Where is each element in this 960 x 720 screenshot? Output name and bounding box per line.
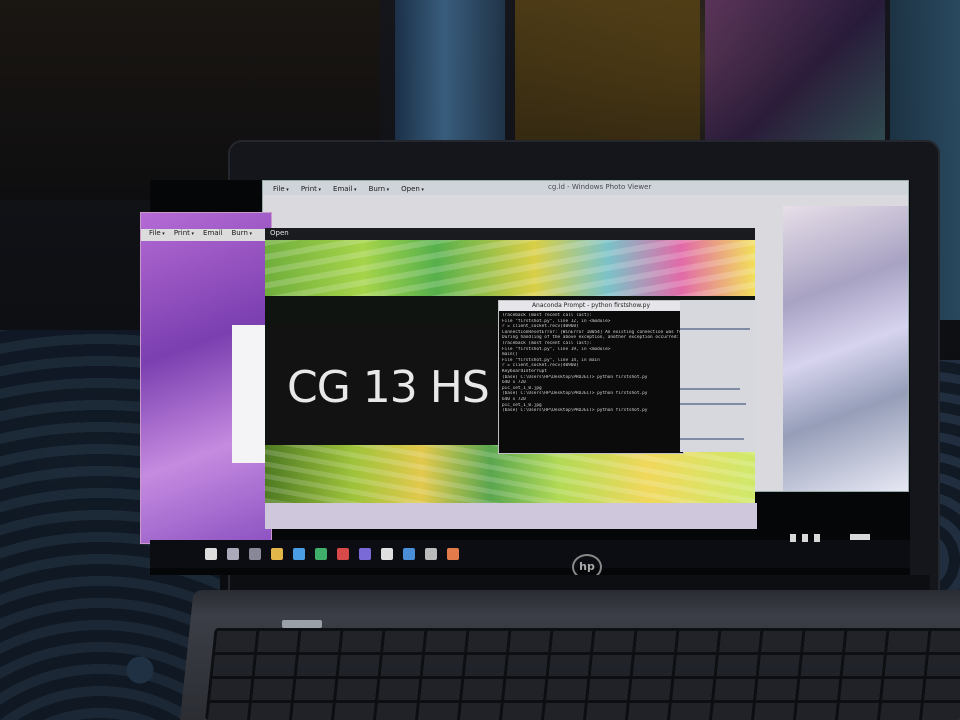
media-icon[interactable] bbox=[447, 548, 459, 560]
menu-burn[interactable]: Burn bbox=[369, 185, 390, 197]
store-icon[interactable] bbox=[337, 548, 349, 560]
chrome-icon[interactable] bbox=[293, 548, 305, 560]
edge-icon[interactable] bbox=[315, 548, 327, 560]
speaker-grill bbox=[282, 620, 322, 628]
task-view-icon[interactable] bbox=[249, 548, 261, 560]
menu-open[interactable]: Open bbox=[401, 185, 424, 197]
wall-poster bbox=[705, 0, 885, 140]
terminal-output: Traceback (most recent call last): File … bbox=[502, 313, 680, 414]
keyboard[interactable] bbox=[205, 628, 960, 720]
window-title: cg.ld - Windows Photo Viewer bbox=[548, 183, 652, 191]
mail-icon[interactable] bbox=[359, 548, 371, 560]
start-icon[interactable] bbox=[205, 548, 217, 560]
terminal-overflow-region bbox=[680, 300, 756, 452]
file-explorer-icon[interactable] bbox=[271, 548, 283, 560]
menu-print[interactable]: Print bbox=[301, 185, 321, 197]
photo-caption-text: CG 13 HS bbox=[287, 362, 490, 413]
system-tray[interactable] bbox=[790, 530, 900, 544]
band-texture-top bbox=[265, 240, 755, 296]
photo-toolbar bbox=[265, 228, 755, 240]
search-icon[interactable] bbox=[227, 548, 239, 560]
photo-viewer-side-region bbox=[783, 206, 908, 491]
wooden-door bbox=[515, 0, 700, 150]
anaconda-prompt-window[interactable]: Anaconda Prompt - python firstshow.py Tr… bbox=[498, 300, 684, 454]
taskbar bbox=[150, 540, 910, 568]
blue-curtain bbox=[395, 0, 505, 150]
python-icon[interactable] bbox=[403, 548, 415, 560]
menu-bar: File Print Email Burn Open bbox=[263, 185, 424, 197]
taskbar-reflection bbox=[265, 503, 757, 529]
menu-print[interactable]: Print bbox=[174, 229, 194, 241]
photos-icon[interactable] bbox=[381, 548, 393, 560]
menu-file[interactable]: File bbox=[149, 229, 165, 241]
menu-email[interactable]: Email bbox=[203, 229, 222, 241]
menu-burn[interactable]: Burn bbox=[231, 229, 252, 241]
terminal-line: (base) C:\Users\HP\Desktop\PROJECT> pyth… bbox=[502, 408, 648, 414]
menu-bar: File Print Email Burn bbox=[141, 229, 271, 241]
menu-file[interactable]: File bbox=[273, 185, 289, 197]
menu-email[interactable]: Email bbox=[333, 185, 357, 197]
terminal-title: Anaconda Prompt - python firstshow.py bbox=[499, 301, 683, 311]
open-button[interactable]: Open bbox=[270, 229, 289, 237]
settings-icon[interactable] bbox=[425, 548, 437, 560]
